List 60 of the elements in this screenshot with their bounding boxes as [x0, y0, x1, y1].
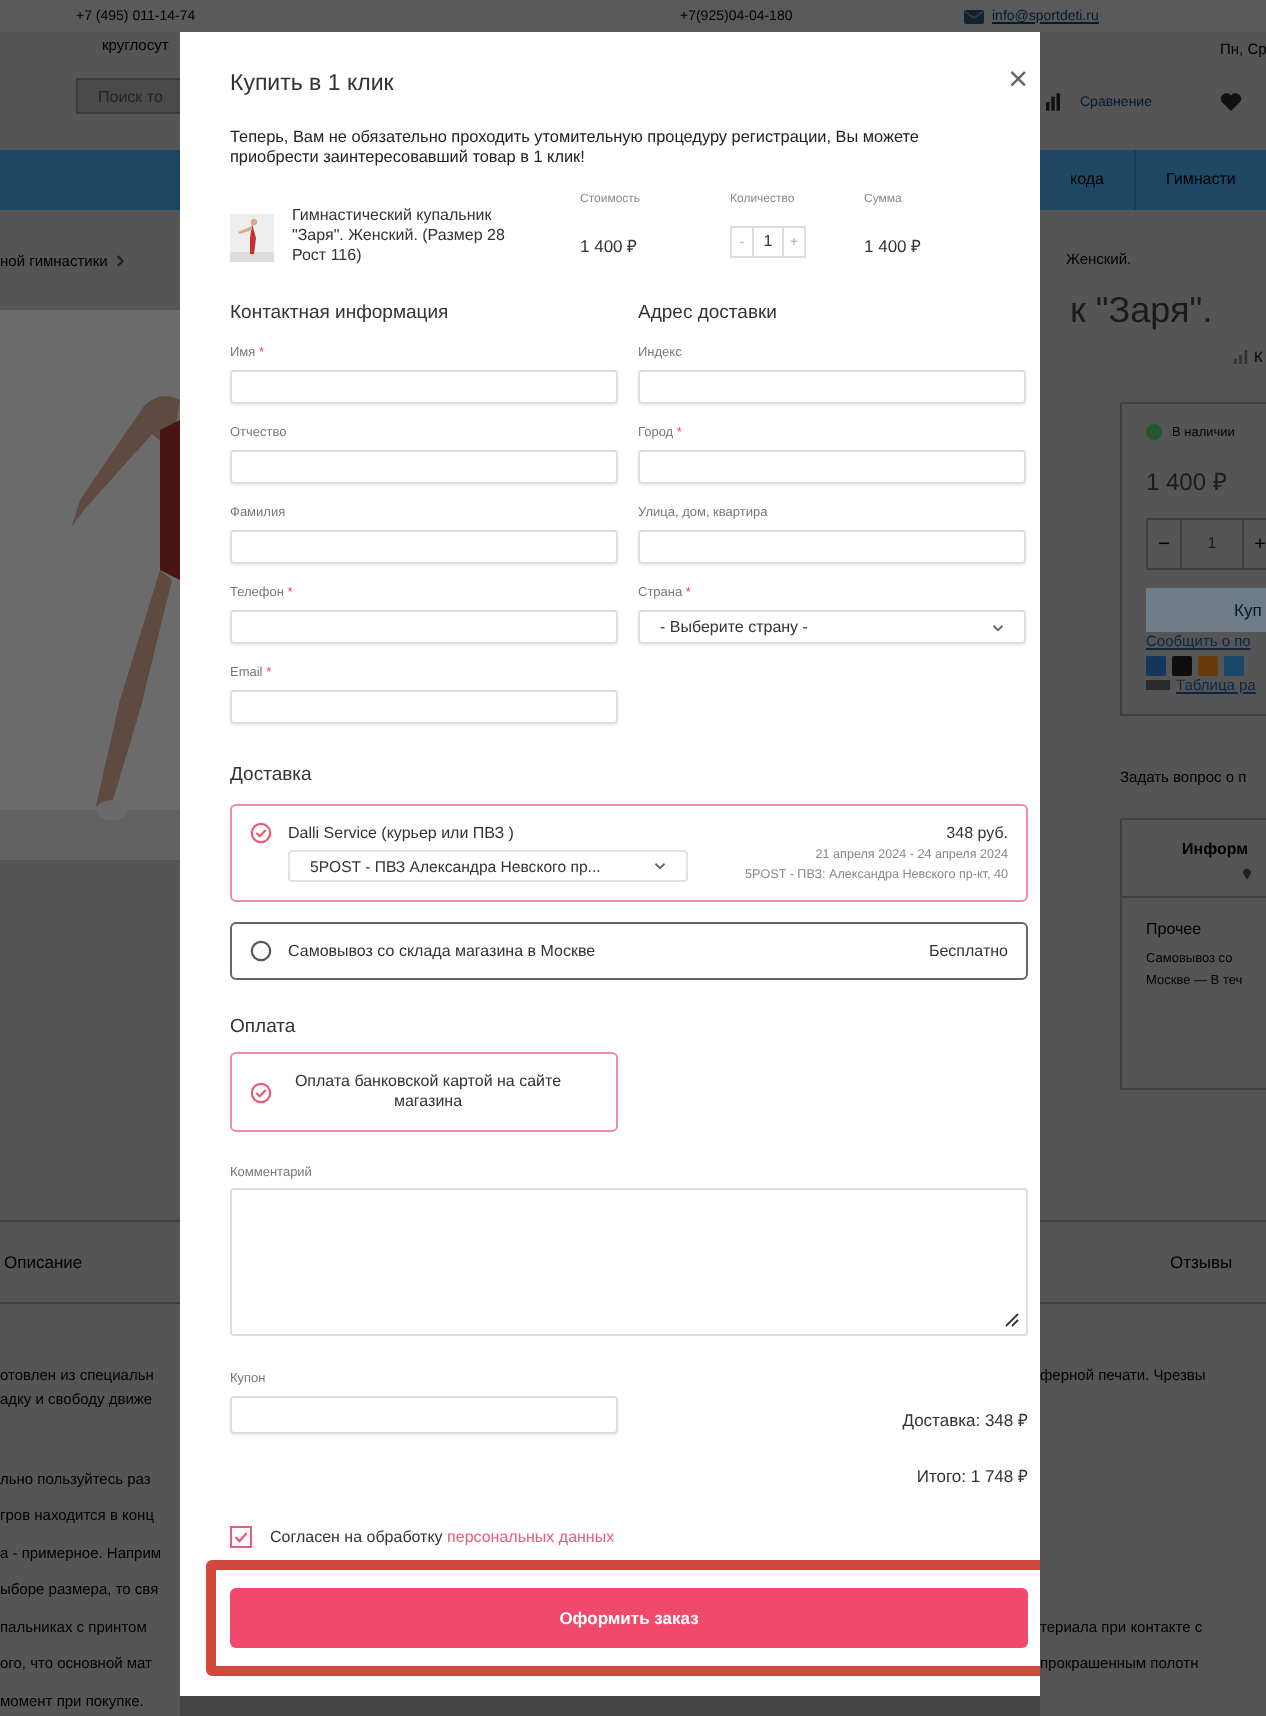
payment-option[interactable]: Оплата банковской картой на сайте магазина — [230, 1052, 618, 1132]
reviews-tab[interactable]: Отзывы — [1170, 1252, 1233, 1272]
submit-button[interactable]: Оформить заказ — [230, 1588, 1028, 1648]
comment-field[interactable] — [230, 1188, 1028, 1336]
quantity-field[interactable]: 1 — [1180, 520, 1244, 568]
check-circle-icon — [250, 822, 272, 844]
buy-button[interactable]: Куп — [1146, 588, 1266, 632]
order-total: Итого: 1 748 ₽ — [914, 1464, 1028, 1486]
delivery-name: Dalli Service (курьер или ПВЗ ) — [288, 822, 516, 844]
input-field[interactable] — [230, 450, 618, 484]
input-field[interactable] — [638, 530, 1026, 564]
intro-text: Теперь, Вам не обязательно проходить утомительную процедуру регистрации, Вы можете приобрести заинтересовавший товар в 1 клик! — [230, 128, 921, 168]
input-field[interactable] — [230, 370, 618, 404]
payment-name: Оплата банковской картой на сайте магазина — [292, 1072, 564, 1112]
ruler-icon — [1146, 680, 1170, 690]
delivery-price: 348 руб. — [946, 822, 1008, 844]
check-circle-icon — [250, 1081, 272, 1103]
sum-text: 1 400 ₽ — [864, 234, 922, 256]
bar-chart-icon — [1046, 92, 1060, 112]
section-heading: Адрес доставки — [638, 302, 779, 324]
section-heading: Доставка — [230, 764, 314, 786]
decrease-button[interactable]: − — [1148, 520, 1180, 568]
delivery-total: Доставка: 348 ₽ — [902, 1408, 1028, 1430]
other-heading: Прочее — [1146, 920, 1204, 938]
consent-checkbox[interactable] — [230, 1526, 252, 1548]
input-field[interactable] — [230, 610, 618, 644]
increase-button[interactable]: + — [1244, 520, 1266, 568]
input-field[interactable] — [638, 450, 1026, 484]
info-heading: Информ — [1182, 840, 1251, 858]
input-field[interactable] — [230, 530, 618, 564]
nav-item[interactable]: Гимнасти — [1135, 150, 1266, 210]
dialog-title: Купить в 1 клик — [230, 72, 394, 96]
close-button[interactable]: × — [1008, 61, 1028, 95]
country-select[interactable]: - Выберите страну - — [638, 610, 1026, 644]
bar-chart-icon — [1234, 350, 1248, 364]
radio-icon — [250, 940, 272, 962]
nav-item[interactable]: кода — [1040, 150, 1136, 210]
delivery-option[interactable]: Самовывоз со склада магазина в Москве Бесплатно — [230, 922, 1028, 980]
description-tab[interactable]: Описание — [4, 1252, 83, 1272]
chevron-icon — [115, 253, 126, 267]
resize-handle-icon[interactable] — [1004, 1312, 1020, 1328]
location-pin-icon — [1242, 866, 1252, 880]
product-title: к "Заря". — [1070, 290, 1215, 332]
coupon-field[interactable] — [230, 1396, 618, 1434]
price-text: 1 400 ₽ — [580, 234, 640, 256]
delivery-name: Самовывоз со склада магазина в Москве — [288, 940, 598, 962]
section-heading: Оплата — [230, 1016, 298, 1038]
delivery-price: Бесплатно — [928, 940, 1008, 962]
chevron-down-icon — [992, 623, 1004, 631]
product-name: Гимнастический купальник "Заря". Женский. (Размер 28 Рост 116) — [292, 206, 507, 268]
privacy-link[interactable]: персональных данных — [447, 1528, 615, 1546]
input-field[interactable] — [230, 690, 618, 724]
consent-text: Согласен на обработку персональных данных — [270, 1528, 615, 1546]
check-circle-icon — [1146, 424, 1162, 440]
chevron-down-icon — [654, 862, 666, 870]
price-text: 1 400 ₽ — [1146, 466, 1229, 498]
heart-icon[interactable] — [1220, 92, 1242, 112]
mail-icon — [964, 9, 984, 23]
input-field[interactable] — [638, 370, 1026, 404]
section-heading: Контактная информация — [230, 302, 451, 324]
